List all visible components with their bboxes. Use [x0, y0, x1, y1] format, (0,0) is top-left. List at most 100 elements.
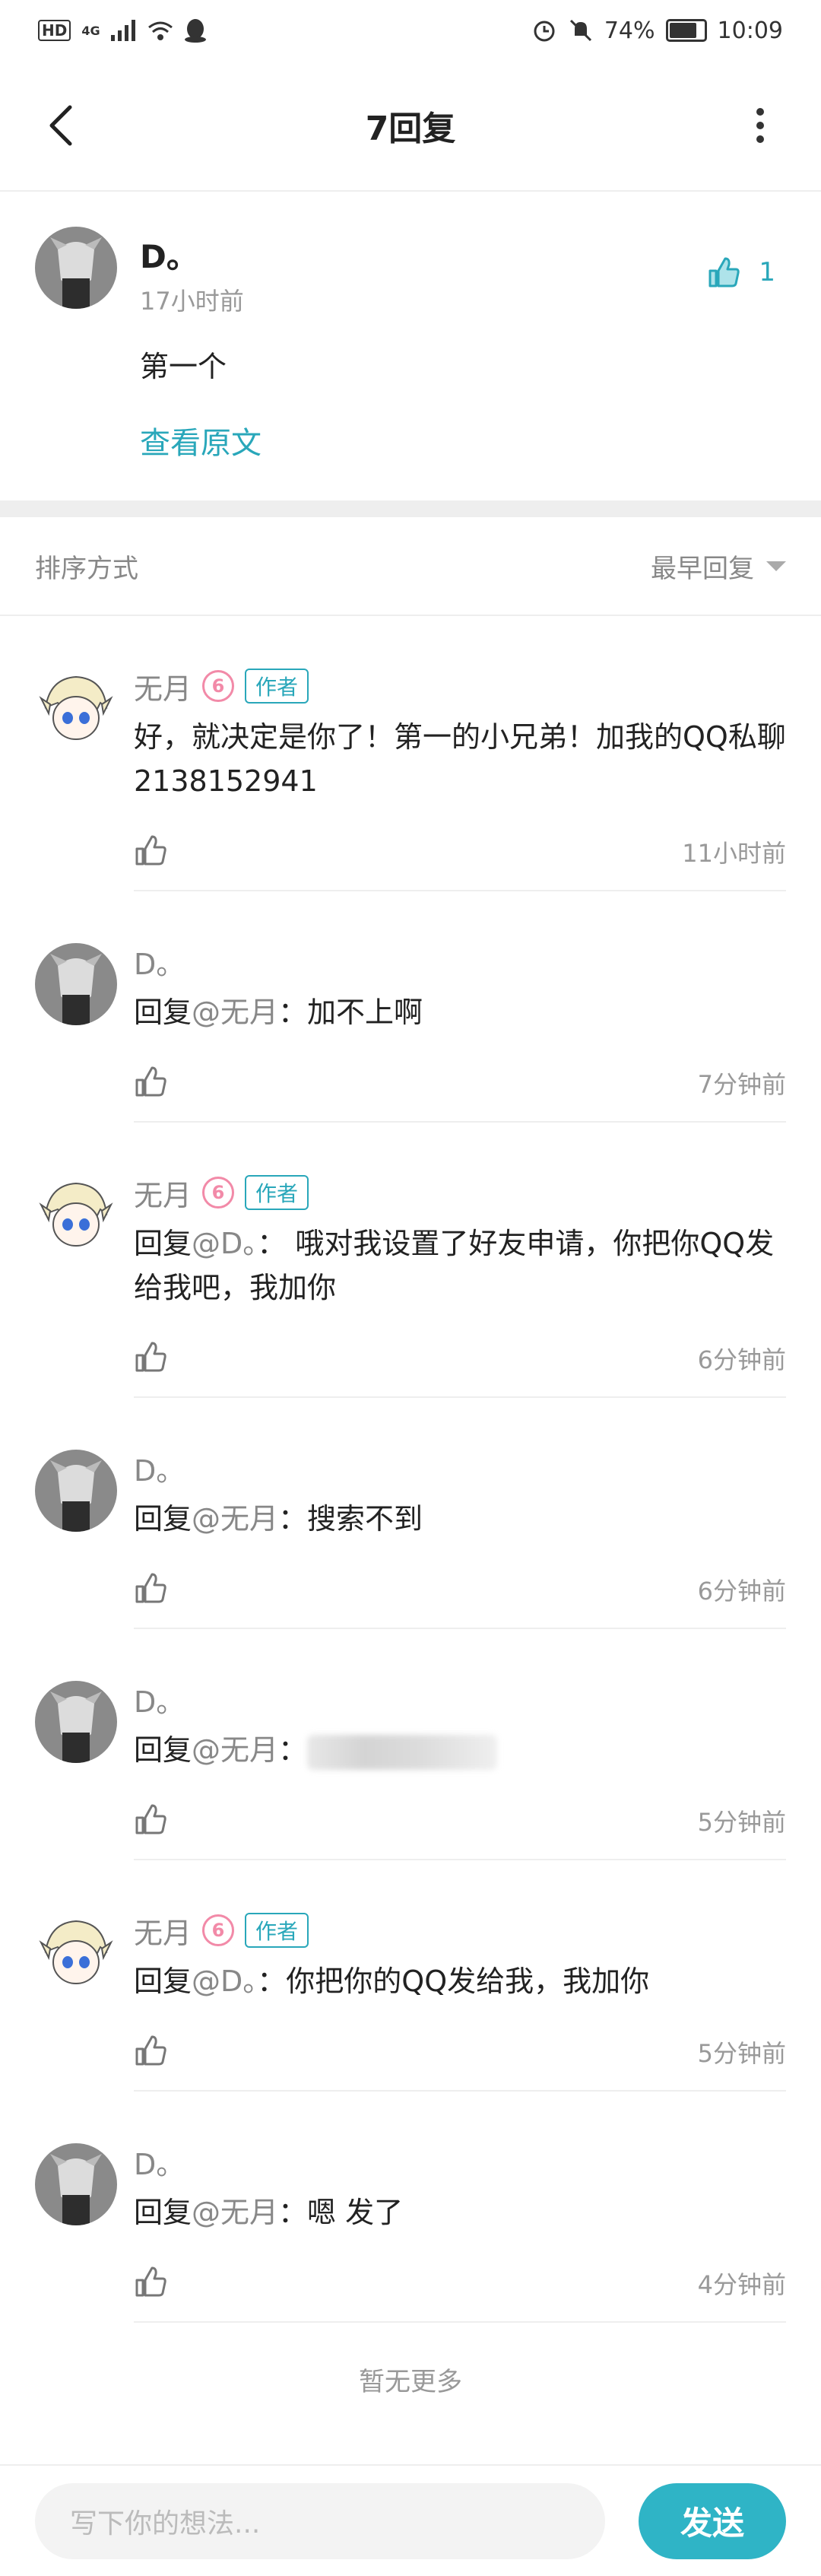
reply-footer: 6分钟前 [134, 1552, 786, 1628]
reply-header: D。 [134, 1447, 786, 1489]
reply-item[interactable]: D。 回复@无月：搜索不到 6分钟前 [0, 1398, 821, 1629]
original-author-name[interactable]: D。 [140, 231, 786, 278]
reply-text: 好，就决定是你了！第一的小兄弟！加我的QQ私聊2138152941 [134, 715, 786, 803]
reply-header: D。 [134, 2140, 786, 2183]
sort-dropdown[interactable]: 最早回复 [651, 548, 786, 585]
status-bar: HD 4G 74% 10:09 [0, 0, 821, 61]
avatar[interactable] [35, 943, 117, 1025]
avatar[interactable] [35, 1912, 117, 1994]
reply-body: D。 回复@无月：搜索不到 6分钟前 [134, 1398, 786, 1629]
clock: 10:09 [717, 17, 783, 44]
sort-bar: 排序方式 最早回复 [0, 517, 821, 616]
reply-mention[interactable]: @无月 [192, 996, 278, 1029]
like-button[interactable] [134, 834, 167, 870]
reply-item[interactable]: D。 回复@无月： 5分钟前 [0, 1629, 821, 1860]
reply-author-name[interactable]: 无月 [134, 1172, 192, 1214]
reply-author-name[interactable]: D。 [134, 1679, 185, 1720]
user-avatar-image [35, 943, 117, 1025]
reply-prefix: 回复 [134, 1502, 192, 1536]
like-button[interactable]: 1 [707, 256, 775, 289]
reply-content: ： [278, 1733, 308, 1767]
network-label: 4G [81, 23, 100, 38]
reply-header: 无月 6 作者 [134, 1909, 786, 1952]
reply-text: 回复@D。： 哦对我设置了好友申请，你把你QQ发给我吧，我加你 [134, 1221, 786, 1310]
hd-badge: HD [38, 20, 71, 41]
like-button[interactable] [134, 2034, 167, 2070]
like-button[interactable] [134, 1065, 167, 1101]
avatar[interactable] [35, 227, 117, 309]
level-badge: 6 [202, 1177, 235, 1209]
sort-value: 最早回复 [651, 553, 754, 584]
reply-footer: 11小时前 [134, 814, 786, 890]
back-button[interactable] [30, 95, 91, 156]
reply-header: 无月 6 作者 [134, 665, 786, 707]
reply-body: 无月 6 作者 回复@D。：你把你的QQ发给我，我加你 5分钟前 [134, 1860, 786, 2092]
like-button[interactable] [134, 2265, 167, 2301]
comment-input[interactable]: 写下你的想法... [35, 2482, 605, 2559]
reply-mention[interactable]: @无月 [192, 1733, 278, 1767]
reply-mention[interactable]: @D。 [192, 1965, 257, 1998]
reply-prefix: 回复 [134, 1965, 192, 1998]
reply-footer: 5分钟前 [134, 2014, 786, 2090]
reply-list: 无月 6 作者 好，就决定是你了！第一的小兄弟！加我的QQ私聊213815294… [0, 616, 821, 2323]
original-text: 第一个 [140, 350, 227, 383]
reply-item[interactable]: D。 回复@无月：加不上啊 7分钟前 [0, 891, 821, 1123]
reply-content: ：嗯 发了 [278, 2196, 404, 2229]
sort-label: 排序方式 [35, 553, 138, 584]
like-button[interactable] [134, 1340, 167, 1377]
author-avatar-image [35, 668, 117, 750]
like-count: 1 [759, 257, 775, 287]
reply-footer: 6分钟前 [134, 1320, 786, 1396]
reply-body: 无月 6 作者 好，就决定是你了！第一的小兄弟！加我的QQ私聊213815294… [134, 616, 786, 891]
reply-prefix: 回复 [134, 1733, 192, 1767]
like-button[interactable] [134, 1803, 167, 1839]
reply-author-name[interactable]: 无月 [134, 665, 192, 707]
author-avatar-image [35, 1912, 117, 1994]
reply-item[interactable]: 无月 6 作者 好，就决定是你了！第一的小兄弟！加我的QQ私聊213815294… [0, 616, 821, 891]
thumbs-up-icon [135, 1066, 166, 1097]
status-left: HD 4G [38, 18, 207, 43]
reply-prefix: 回复 [134, 1227, 192, 1260]
reply-time: 6分钟前 [697, 1577, 786, 1606]
thumbs-up-icon [135, 1573, 166, 1603]
reply-prefix: 回复 [134, 996, 192, 1029]
reply-item[interactable]: 无月 6 作者 回复@D。：你把你的QQ发给我，我加你 5分钟前 [0, 1860, 821, 2092]
reply-mention[interactable]: @D。 [192, 1227, 257, 1260]
level-badge: 6 [202, 1914, 235, 1946]
view-original-link[interactable]: 查看原文 [140, 418, 786, 462]
reply-mention[interactable]: @无月 [192, 1502, 278, 1536]
more-button[interactable] [730, 95, 791, 156]
reply-header: 无月 6 作者 [134, 1171, 786, 1214]
reply-text: 回复@无月：搜索不到 [134, 1497, 786, 1541]
reply-author-name[interactable]: D。 [134, 1447, 185, 1489]
nav-bar: 7回复 [0, 61, 821, 192]
avatar[interactable] [35, 668, 117, 750]
thumbs-up-icon [135, 2035, 166, 2066]
reply-mention[interactable]: @无月 [192, 2196, 278, 2229]
battery-percent: 74% [604, 17, 655, 44]
original-comment: D。 17小时前 第一个 查看原文 1 [0, 192, 821, 500]
avatar[interactable] [35, 1450, 117, 1532]
original-comment-body: D。 17小时前 第一个 查看原文 [140, 227, 786, 462]
thumbs-up-icon [708, 257, 740, 287]
reply-item[interactable]: 无月 6 作者 回复@D。： 哦对我设置了好友申请，你把你QQ发给我吧，我加你 … [0, 1123, 821, 1398]
avatar[interactable] [35, 1681, 117, 1763]
reply-body: D。 回复@无月： 5分钟前 [134, 1629, 786, 1860]
author-badge: 作者 [245, 669, 309, 704]
reply-author-name[interactable]: 无月 [134, 1910, 192, 1952]
reply-time: 11小时前 [682, 839, 786, 868]
reply-content: ：加不上啊 [278, 996, 423, 1029]
page-title: 7回复 [365, 110, 456, 148]
reply-item[interactable]: D。 回复@无月：嗯 发了 4分钟前 [0, 2092, 821, 2323]
reply-author-name[interactable]: D。 [134, 2141, 185, 2183]
thumbs-up-icon [135, 835, 166, 866]
avatar[interactable] [35, 1174, 117, 1256]
reply-text: 回复@无月：加不上啊 [134, 990, 786, 1034]
thumbs-up-icon [135, 1342, 166, 1372]
like-button[interactable] [134, 1571, 167, 1608]
send-button[interactable]: 发送 [639, 2482, 786, 2559]
reply-author-name[interactable]: D。 [134, 941, 185, 983]
author-badge: 作者 [245, 1175, 309, 1210]
avatar[interactable] [35, 2143, 117, 2225]
reply-prefix: 回复 [134, 2196, 192, 2229]
